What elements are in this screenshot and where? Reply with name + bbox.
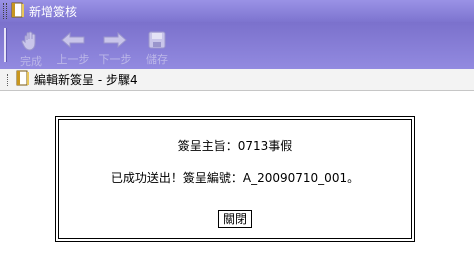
hand-icon — [18, 30, 44, 52]
close-button[interactable]: 關閉 — [217, 210, 253, 228]
save-label: 儲存 — [146, 53, 168, 66]
titlebar-grip[interactable] — [3, 3, 7, 19]
toolbar: 完成 上一步 下一步 儲存 — [0, 22, 474, 69]
step-title: 編輯新簽呈 - 步驟4 — [34, 73, 138, 87]
finish-label: 完成 — [20, 55, 42, 68]
previous-step-button[interactable]: 上一步 — [53, 22, 93, 66]
save-button[interactable]: 儲存 — [137, 22, 177, 66]
book-icon — [11, 2, 25, 21]
book-icon — [16, 70, 30, 89]
dialog-subject: 簽呈主旨：0713事假 — [177, 139, 293, 153]
step-header: 編輯新簽呈 - 步驟4 — [0, 69, 474, 91]
subheader-grip — [7, 73, 10, 86]
arrow-left-icon — [60, 30, 86, 50]
next-step-label: 下一步 — [98, 53, 132, 66]
finish-button[interactable]: 完成 — [11, 22, 51, 68]
dialog-message: 已成功送出！簽呈編號：A_20090710_001。 — [110, 171, 360, 185]
arrow-right-icon — [102, 30, 128, 50]
result-dialog: 簽呈主旨：0713事假 已成功送出！簽呈編號：A_20090710_001。 關… — [55, 116, 415, 242]
previous-step-label: 上一步 — [56, 53, 90, 66]
next-step-button[interactable]: 下一步 — [95, 22, 135, 66]
dialog-inner-border: 簽呈主旨：0713事假 已成功送出！簽呈編號：A_20090710_001。 關… — [58, 119, 412, 239]
save-icon — [144, 30, 170, 50]
window-titlebar: 新增簽核 — [0, 0, 474, 22]
window-title: 新增簽核 — [29, 4, 78, 19]
toolbar-separator — [4, 28, 7, 62]
